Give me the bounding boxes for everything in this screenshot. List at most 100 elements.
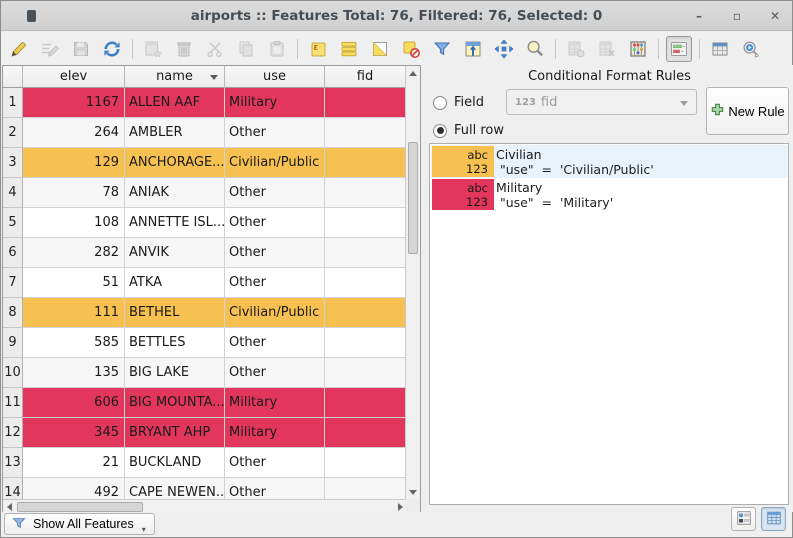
table-cell-use[interactable]: Military (225, 388, 325, 418)
table-cell-name[interactable]: BIG MOUNTA... (125, 388, 225, 418)
rule-item[interactable]: abc123Military "use" = 'Military' (431, 178, 787, 211)
table-cell-elev[interactable]: 129 (23, 148, 125, 178)
select-by-expression-button[interactable]: ε (305, 36, 331, 62)
table-cell-use[interactable]: Other (225, 448, 325, 478)
table-cell-fid[interactable] (325, 208, 406, 238)
table-row[interactable]: 478ANIAKOther (3, 178, 406, 208)
row-number-cell[interactable]: 12 (3, 418, 23, 448)
column-header-num[interactable] (3, 66, 23, 88)
table-view-button[interactable] (761, 507, 786, 531)
table-cell-name[interactable]: ALLEN AAF (125, 88, 225, 118)
feature-filter-button[interactable]: Show All Features ▾ (4, 513, 155, 535)
table-cell-name[interactable]: ANNETTE ISL... (125, 208, 225, 238)
scroll-left-icon[interactable] (7, 503, 12, 511)
table-cell-elev[interactable]: 78 (23, 178, 125, 208)
table-cell-elev[interactable]: 585 (23, 328, 125, 358)
form-view-button[interactable] (731, 507, 756, 531)
table-cell-fid[interactable] (325, 328, 406, 358)
row-number-cell[interactable]: 1 (3, 88, 23, 118)
horizontal-scrollbar[interactable] (3, 499, 407, 513)
table-row[interactable]: 12345BRYANT AHPMilitary (3, 418, 406, 448)
table-cell-name[interactable]: CAPE NEWEN... (125, 478, 225, 500)
table-cell-use[interactable]: Military (225, 88, 325, 118)
table-row[interactable]: 1321BUCKLANDOther (3, 448, 406, 478)
table-cell-name[interactable]: BRYANT AHP (125, 418, 225, 448)
table-cell-fid[interactable] (325, 358, 406, 388)
pan-to-selection-button[interactable] (491, 36, 517, 62)
table-cell-elev[interactable]: 492 (23, 478, 125, 500)
zoom-to-selection-button[interactable] (522, 36, 548, 62)
row-number-cell[interactable]: 11 (3, 388, 23, 418)
column-header-fid[interactable]: fid (325, 66, 406, 88)
row-number-cell[interactable]: 10 (3, 358, 23, 388)
table-row[interactable]: 5108ANNETTE ISL...Other (3, 208, 406, 238)
table-cell-elev[interactable]: 21 (23, 448, 125, 478)
table-cell-use[interactable]: Other (225, 268, 325, 298)
dock-table-button[interactable] (707, 36, 733, 62)
table-cell-fid[interactable] (325, 298, 406, 328)
table-cell-fid[interactable] (325, 268, 406, 298)
row-number-cell[interactable]: 9 (3, 328, 23, 358)
table-cell-name[interactable]: ATKA (125, 268, 225, 298)
table-cell-elev[interactable]: 135 (23, 358, 125, 388)
filter-form-button[interactable] (429, 36, 455, 62)
field-radio[interactable] (433, 96, 447, 110)
table-cell-fid[interactable] (325, 478, 406, 500)
scroll-up-icon[interactable] (409, 71, 417, 76)
table-row[interactable]: 11606BIG MOUNTA...Military (3, 388, 406, 418)
reload-button[interactable] (99, 36, 125, 62)
table-cell-fid[interactable] (325, 448, 406, 478)
deselect-all-button[interactable] (398, 36, 424, 62)
row-number-cell[interactable]: 2 (3, 118, 23, 148)
fullrow-radio[interactable] (433, 124, 447, 138)
row-number-cell[interactable]: 5 (3, 208, 23, 238)
horizontal-scroll-thumb[interactable] (17, 502, 143, 512)
table-cell-name[interactable]: AMBLER (125, 118, 225, 148)
table-cell-use[interactable]: Other (225, 328, 325, 358)
toggle-editing-button[interactable] (6, 36, 32, 62)
table-cell-name[interactable]: BETTLES (125, 328, 225, 358)
table-row[interactable]: 6282ANVIKOther (3, 238, 406, 268)
table-cell-use[interactable]: Other (225, 238, 325, 268)
row-number-cell[interactable]: 7 (3, 268, 23, 298)
table-cell-use[interactable]: Other (225, 118, 325, 148)
invert-selection-button[interactable] (367, 36, 393, 62)
table-row[interactable]: 2264AMBLEROther (3, 118, 406, 148)
table-cell-use[interactable]: Military (225, 418, 325, 448)
actions-button[interactable] (738, 36, 764, 62)
row-number-cell[interactable]: 4 (3, 178, 23, 208)
column-header-use[interactable]: use (225, 66, 325, 88)
vertical-scroll-thumb[interactable] (408, 142, 418, 254)
table-cell-elev[interactable]: 108 (23, 208, 125, 238)
table-cell-elev[interactable]: 264 (23, 118, 125, 148)
table-cell-use[interactable]: Other (225, 208, 325, 238)
table-cell-name[interactable]: BUCKLAND (125, 448, 225, 478)
table-cell-elev[interactable]: 111 (23, 298, 125, 328)
table-cell-fid[interactable] (325, 418, 406, 448)
table-cell-fid[interactable] (325, 238, 406, 268)
table-cell-elev[interactable]: 1167 (23, 88, 125, 118)
table-cell-fid[interactable] (325, 178, 406, 208)
table-row[interactable]: 9585BETTLESOther (3, 328, 406, 358)
table-cell-fid[interactable] (325, 388, 406, 418)
column-header-name[interactable]: name (125, 66, 225, 88)
table-cell-fid[interactable] (325, 88, 406, 118)
table-cell-fid[interactable] (325, 118, 406, 148)
conditional-formatting-button[interactable] (666, 36, 692, 62)
column-header-elev[interactable]: elev (23, 66, 125, 88)
table-row[interactable]: 10135BIG LAKEOther (3, 358, 406, 388)
table-row[interactable]: 751ATKAOther (3, 268, 406, 298)
table-cell-name[interactable]: BIG LAKE (125, 358, 225, 388)
vertical-scrollbar[interactable] (405, 66, 420, 500)
select-all-button[interactable] (336, 36, 362, 62)
table-row[interactable]: 14492CAPE NEWEN...Other (3, 478, 406, 500)
table-cell-name[interactable]: BETHEL (125, 298, 225, 328)
table-cell-fid[interactable] (325, 148, 406, 178)
row-number-cell[interactable]: 14 (3, 478, 23, 500)
table-cell-elev[interactable]: 606 (23, 388, 125, 418)
table-cell-elev[interactable]: 345 (23, 418, 125, 448)
row-number-cell[interactable]: 3 (3, 148, 23, 178)
move-selection-top-button[interactable] (460, 36, 486, 62)
table-cell-use[interactable]: Other (225, 478, 325, 500)
table-row[interactable]: 3129ANCHORAGE...Civilian/Public (3, 148, 406, 178)
